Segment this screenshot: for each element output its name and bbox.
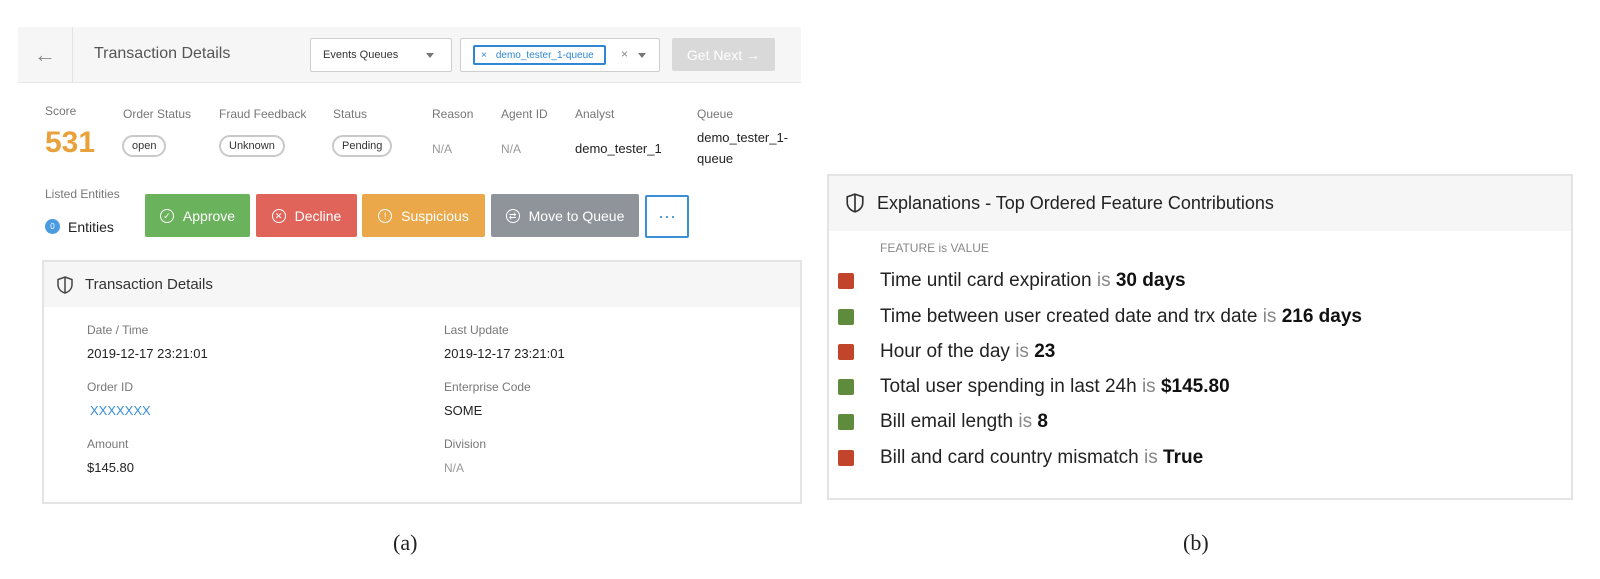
page-title: Transaction Details [94, 45, 231, 62]
decline-label: Decline [294, 207, 342, 224]
swap-circle-icon: ⇄ [505, 208, 520, 223]
more-actions-button[interactable]: ··· [645, 195, 689, 238]
entities-link[interactable]: Entities [68, 219, 114, 235]
division-label: Division [444, 437, 487, 451]
feature-is-word: is [1015, 341, 1029, 362]
feature-name: Bill email length [880, 411, 1014, 432]
last-update-value: 2019-12-17 23:21:01 [444, 346, 565, 361]
queue-value-line2: queue [697, 151, 734, 166]
agent-id-value: N/A [501, 142, 522, 156]
queue-tag-select[interactable]: × demo_tester_1-queue × [460, 38, 660, 72]
transaction-details-card-title: Transaction Details [85, 276, 213, 293]
amount-label: Amount [87, 437, 129, 451]
enterprise-code-label: Enterprise Code [444, 380, 531, 394]
analyst-label: Analyst [575, 107, 615, 121]
order-id-label: Order ID [87, 380, 134, 394]
feature-is-word: is [1144, 447, 1158, 468]
enterprise-code-value: SOME [444, 403, 483, 418]
feature-value: $145.80 [1160, 376, 1230, 397]
approve-label: Approve [182, 207, 236, 224]
feature-name: Time between user created date and trx d… [880, 306, 1258, 327]
approve-button[interactable]: ✓ Approve [145, 194, 250, 237]
fraud-feedback-badge: Unknown [219, 135, 285, 157]
feature-impact-marker [838, 379, 854, 395]
check-circle-icon: ✓ [159, 208, 174, 223]
feature-value: 8 [1037, 411, 1048, 432]
feature-impact-marker [838, 309, 854, 325]
suspicious-label: Suspicious [401, 207, 469, 224]
back-arrow-icon[interactable]: ← [18, 27, 73, 82]
feature-name: Total user spending in last 24h [880, 376, 1137, 397]
feature-is-word: is [1262, 306, 1277, 327]
shield-icon [57, 276, 73, 294]
shield-icon [846, 193, 864, 213]
order-status-badge: open [122, 135, 167, 157]
chevron-down-icon[interactable] [638, 53, 646, 58]
queue-type-select-value: Events Queues [323, 49, 399, 61]
date-time-value: 2019-12-17 23:21:01 [87, 346, 208, 361]
agent-id-label: Agent ID [501, 107, 548, 121]
queue-type-select[interactable]: Events Queues [310, 38, 452, 72]
feature-value: 23 [1034, 341, 1056, 362]
order-status-label: Order Status [123, 107, 192, 121]
date-time-label: Date / Time [87, 323, 149, 337]
decline-button[interactable]: ✕ Decline [256, 194, 357, 237]
feature-column-header: FEATURE is VALUE [880, 241, 989, 255]
amount-value: $145.80 [87, 460, 134, 475]
queue-label: Queue [697, 107, 734, 121]
analyst-value: demo_tester_1 [575, 141, 662, 156]
fraud-feedback-label: Fraud Feedback [219, 107, 307, 121]
feature-is-word: is [1096, 270, 1111, 291]
listed-entities-label: Listed Entities [45, 187, 120, 201]
x-circle-icon: ✕ [271, 208, 286, 223]
explanations-title: Explanations - Top Ordered Feature Contr… [877, 193, 1274, 213]
feature-value: 216 days [1281, 306, 1362, 327]
suspicious-button[interactable]: ! Suspicious [362, 194, 485, 237]
order-id-link[interactable]: XXXXXXX [90, 403, 151, 418]
feature-is-word: is [1141, 376, 1156, 397]
chip-remove-icon[interactable]: × [481, 50, 487, 61]
move-to-queue-label: Move to Queue [528, 207, 625, 224]
get-next-button[interactable]: Get Next → [672, 38, 775, 71]
entities-count-badge: 0 [45, 219, 60, 234]
score-label: Score [45, 104, 77, 118]
move-to-queue-button[interactable]: ⇄ Move to Queue [491, 194, 639, 237]
reason-value: N/A [432, 142, 453, 156]
feature-impact-marker [838, 273, 854, 289]
chevron-down-icon [426, 53, 434, 58]
queue-value-line1: demo_tester_1- [697, 130, 789, 145]
last-update-label: Last Update [444, 323, 509, 337]
queue-tag-chip[interactable]: × demo_tester_1-queue [473, 45, 606, 65]
feature-name: Bill and card country mismatch [880, 447, 1139, 468]
feature-name: Time until card expiration [880, 270, 1092, 291]
caption-b: (b) [1183, 530, 1209, 555]
feature-value: True [1163, 447, 1204, 468]
queue-tag-chip-label: demo_tester_1-queue [495, 49, 594, 61]
status-badge: Pending [332, 135, 393, 157]
reason-label: Reason [432, 107, 474, 121]
feature-value: 30 days [1115, 270, 1186, 291]
feature-impact-marker [838, 414, 854, 430]
score-value: 531 [45, 126, 96, 159]
feature-impact-marker [838, 344, 854, 360]
feature-is-word: is [1018, 411, 1033, 432]
division-value: N/A [444, 461, 465, 475]
caption-a: (a) [393, 530, 418, 555]
clear-icon[interactable]: × [621, 47, 628, 61]
alert-circle-icon: ! [378, 208, 393, 223]
status-label: Status [333, 107, 368, 121]
feature-impact-marker [838, 450, 854, 466]
feature-name: Hour of the day [880, 341, 1010, 362]
